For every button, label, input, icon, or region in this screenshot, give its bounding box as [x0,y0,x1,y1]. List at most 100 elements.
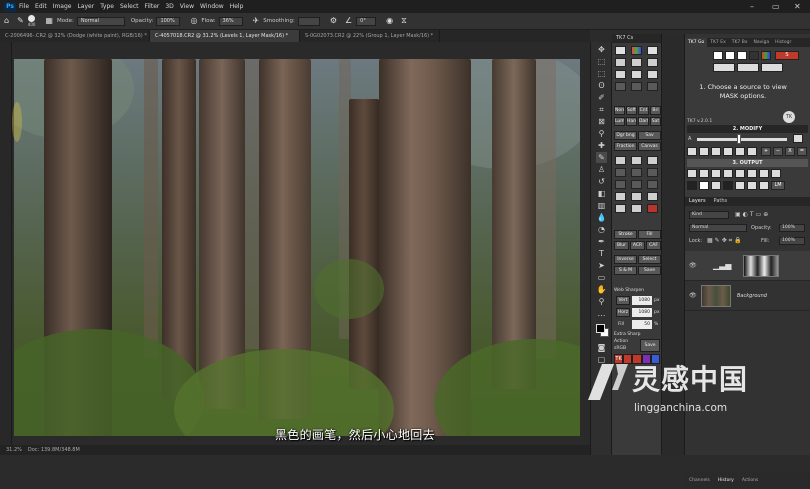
menu-file[interactable]: File [19,3,29,10]
tk7-icon-button[interactable] [631,58,642,67]
menu-window[interactable]: Window [200,3,224,10]
tk7-icon-button[interactable] [631,180,642,189]
crop-tool-icon[interactable]: ⌗ [596,104,607,115]
more-tools-icon[interactable]: … [596,308,607,319]
tk7-sm-save-button[interactable]: Save [638,266,661,275]
symmetry-icon[interactable]: ⧖ [401,16,407,26]
healing-tool-icon[interactable]: ✚ [596,140,607,151]
modify-icon-button[interactable] [699,147,709,156]
modify-slider-handle[interactable] [737,134,741,144]
output-icon-button[interactable] [747,181,757,190]
tk7-stroke-button[interactable]: Stroke [614,230,637,239]
tab-navigator[interactable]: Naviga [750,38,772,47]
opacity-field[interactable]: 100% [156,16,181,26]
modify-equal-button[interactable]: = [797,147,807,156]
dodge-tool-icon[interactable]: ◔ [596,224,607,235]
tk7-norm-button[interactable]: Norm [614,106,625,115]
tk7-icon-button[interactable] [647,168,658,177]
modify-slider[interactable] [697,138,787,141]
source-icon-button[interactable] [713,51,723,60]
document-tab-3[interactable]: S-0G02073.CR2 @ 22% (Group 1, Layer Mask… [300,30,440,42]
source-icon-button[interactable] [725,51,735,60]
tk7-srgb-checkbox[interactable]: sRGB [614,346,634,351]
marquee-tool-icon[interactable]: ⬚ [596,68,607,79]
pen-tool-icon[interactable]: ✒ [596,236,607,247]
tk7-icon-button[interactable] [647,156,658,165]
tab-layers[interactable]: Layers [689,197,706,206]
tk7-sat-button[interactable]: Sat [650,117,661,126]
menu-layer[interactable]: Layer [77,3,94,10]
tab-channels[interactable]: Channels [685,478,714,483]
hand-tool-icon[interactable]: ✋ [596,284,607,295]
tab-tk7-bx[interactable]: TK7 Bx [729,38,751,47]
tk7-horz-button[interactable]: Horz [616,308,630,317]
tk7-fill-value[interactable]: 50 [632,320,652,329]
tk7-fraction-button[interactable]: Fraction [614,142,637,151]
quick-mask-icon[interactable]: ◙ [596,342,607,353]
quick-select-tool-icon[interactable]: ✐ [596,92,607,103]
lasso-tool-icon[interactable]: ʘ [596,80,607,91]
tk7-select-button[interactable]: Select [638,255,661,264]
menu-3d[interactable]: 3D [165,3,173,10]
minimize-button[interactable]: – [750,2,754,11]
output-icon-button[interactable] [771,169,781,178]
type-tool-icon[interactable]: T [596,248,607,259]
tk7-inverse-button[interactable]: Inverse [614,255,637,264]
artboard-tool-icon[interactable]: ⬚ [596,56,607,67]
foreground-color-swatch[interactable] [596,324,605,333]
tk7-icon-button[interactable] [631,168,642,177]
tk7-icon-button[interactable] [647,180,658,189]
tk7-acr-button[interactable]: ACR [630,241,645,250]
output-icon-button[interactable] [759,169,769,178]
tk7-sm-button[interactable]: S & M [614,266,637,275]
blur-tool-icon[interactable]: 💧 [596,212,607,223]
visibility-eye-icon[interactable]: 👁 [689,262,697,269]
zoom-tool-icon[interactable]: ⚲ [596,296,607,307]
output-icon-button[interactable] [687,169,697,178]
menu-view[interactable]: View [180,3,194,10]
tk7-dodge-burn-button[interactable]: Dgr bng [614,131,637,140]
source-icon-button[interactable] [713,63,735,72]
tk7-canvas-button[interactable]: Canvas [638,142,661,151]
brush-preset-picker[interactable]: 400 [28,15,35,27]
frame-tool-icon[interactable]: ⊠ [596,116,607,127]
mode-dropdown[interactable]: Normal [76,16,125,26]
modify-icon-button[interactable] [735,147,745,156]
tk7-vert-value[interactable]: 1080 [632,296,652,305]
tk7-icon-button[interactable] [647,46,658,55]
history-brush-icon[interactable]: ↺ [596,176,607,187]
canvas-area[interactable] [12,42,590,445]
tk7-icon-button[interactable] [647,192,658,201]
output-icon-button[interactable] [735,181,745,190]
eraser-tool-icon[interactable]: ◧ [596,188,607,199]
pressure-size-icon[interactable]: ◉ [386,16,393,26]
shape-tool-icon[interactable]: ▭ [596,272,607,283]
output-icon-button[interactable] [687,181,697,190]
color-source-icon[interactable] [761,51,771,60]
source-icon-button[interactable] [749,51,759,60]
tk7-color-icon[interactable] [631,46,642,55]
flow-field[interactable]: 36% [218,16,243,26]
document-tab-1[interactable]: C-2006496-.CR2 @ 32% (Dodge (white paint… [0,30,150,42]
tk7-icon-button[interactable] [647,82,658,91]
tk7-bri-button[interactable]: Bri [650,106,661,115]
tab-tk7-ex[interactable]: TK7 Ex [707,38,729,47]
tk7-icon-button[interactable] [615,82,626,91]
menu-help[interactable]: Help [230,3,244,10]
source-s-button[interactable]: S [775,51,799,60]
angle-field[interactable]: 0° [356,16,377,26]
modify-minus-button[interactable]: − [773,147,783,156]
redwood-forest-photo[interactable] [14,59,580,436]
lock-icons[interactable]: ▦✎✥⌗🔒 [707,237,744,245]
tk7-icon-button[interactable] [615,192,626,201]
menu-image[interactable]: Image [53,3,72,10]
tk7-icon-button[interactable] [647,58,658,67]
background-layer-thumbnail[interactable] [701,285,731,307]
output-icon-button[interactable] [711,169,721,178]
menu-edit[interactable]: Edit [35,3,47,10]
brush-tool-active-icon[interactable]: ✎ [596,152,607,163]
smoothing-field[interactable] [297,16,320,26]
eyedropper-tool-icon[interactable]: ⚲ [596,128,607,139]
tk7-hard-button[interactable]: Hard [626,117,637,126]
output-icon-button[interactable] [759,181,769,190]
